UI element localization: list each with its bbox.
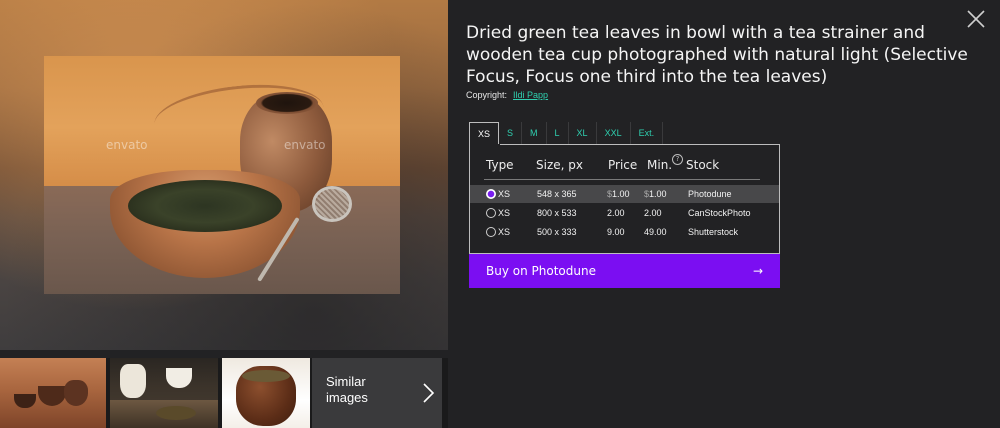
table-row[interactable]: XS 800 x 533 2.00 2.00 CanStockPhoto [470,204,779,222]
watermark: envato [284,138,326,152]
cell-stock: CanStockPhoto [688,208,751,218]
tab-xs[interactable]: XS [469,122,500,144]
cell-type: XS [498,189,511,199]
tab-l[interactable]: L [547,122,569,144]
cell-stock: Shutterstock [688,227,739,237]
tab-ext[interactable]: Ext. [631,122,664,144]
cell-stock: Photodune [688,189,732,199]
copyright-label: Copyright: [466,90,508,100]
cell-min: $1.00 [644,185,667,203]
chevron-right-icon [423,383,435,403]
cell-min: 2.00 [644,208,662,218]
tab-m[interactable]: M [522,122,547,144]
cell-price: 9.00 [607,227,625,237]
thumbnail-shape [64,380,88,406]
header-size: Size, px [536,158,583,172]
radio-button[interactable] [486,208,496,218]
thumbnail-shape [38,386,66,406]
cell-price: 2.00 [607,208,625,218]
similar-images-button[interactable]: Similar images [312,358,442,428]
cell-price: $1.00 [607,185,630,203]
buy-button[interactable]: Buy on Photodune → [469,254,780,288]
photo-tea-leaves [128,180,282,232]
tab-xxl[interactable]: XXL [597,122,631,144]
size-tabs: XS S M L XL XXL Ext. [469,122,664,144]
copyright-line: Copyright: Ildi Papp [466,90,548,100]
thumbnail-strip: Similar images [0,358,448,428]
cell-size: 800 x 533 [537,208,577,218]
cell-min: 49.00 [644,227,667,237]
thumbnail-shape [14,394,36,408]
radio-button[interactable] [486,189,496,199]
similar-images-label: Similar images [326,374,368,405]
header-min: Min. [647,158,673,172]
thumbnail-shape [242,370,290,382]
tab-s[interactable]: S [499,122,523,144]
image-preview-backdrop: envato envato [0,0,448,350]
cell-type: XS [498,208,511,218]
photo-strainer [312,186,352,222]
question-icon[interactable]: ? [672,154,683,165]
buy-button-label: Buy on Photodune [486,264,596,278]
main-photo[interactable]: envato envato [44,56,400,294]
thumbnail-3[interactable] [222,358,310,428]
price-value: 1.00 [612,189,630,199]
cell-size: 500 x 333 [537,227,577,237]
tab-xl[interactable]: XL [569,122,597,144]
cell-type: XS [498,227,511,237]
min-value: 1.00 [649,189,667,199]
thumbnail-shape [120,364,146,398]
author-link[interactable]: Ildi Papp [513,90,548,100]
thumbnail-2[interactable] [110,358,218,428]
arrow-right-icon: → [753,264,764,278]
table-row[interactable]: XS 500 x 333 9.00 49.00 Shutterstock [470,223,779,241]
photo-tea-cup-mouth [256,92,318,114]
header-type: Type [486,158,514,172]
product-title: Dried green tea leaves in bowl with a te… [466,23,968,87]
header-stock: Stock [686,158,720,172]
thumbnail-1[interactable] [0,358,106,428]
table-row[interactable]: XS 548 x 365 $1.00 $1.00 Photodune [470,185,779,203]
cell-size: 548 x 365 [537,189,577,199]
radio-button[interactable] [486,227,496,237]
watermark: envato [106,138,148,152]
header-divider [484,179,760,180]
header-price: Price [608,158,638,172]
thumbnail-shape [156,406,196,420]
thumbnail-shape [166,368,192,388]
